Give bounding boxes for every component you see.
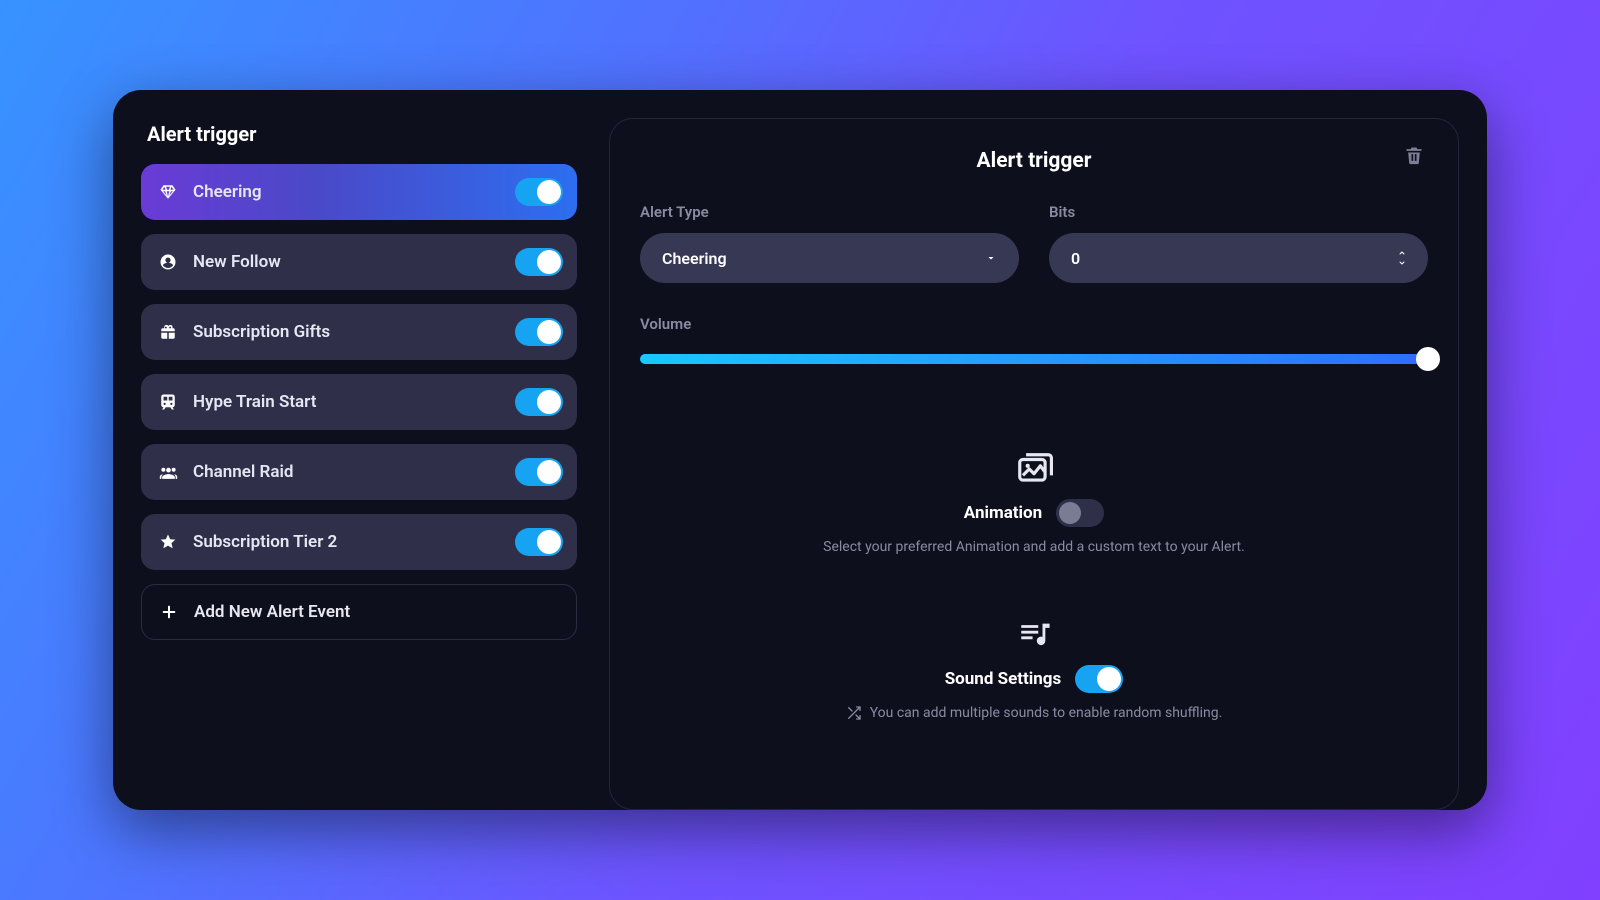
volume-track: [640, 354, 1428, 364]
alert-type-label: Alert Type: [640, 203, 1019, 221]
sidebar-item-label: Cheering: [193, 182, 515, 202]
sidebar-item-subscription-gifts[interactable]: Subscription Gifts: [141, 304, 577, 360]
sidebar-title: Alert trigger: [147, 122, 577, 146]
volume-label: Volume: [640, 315, 1428, 333]
chevron-up-icon: [1396, 249, 1408, 257]
delete-button[interactable]: [1400, 141, 1428, 169]
chevron-down-icon: [985, 252, 997, 264]
sound-description: You can add multiple sounds to enable ra…: [870, 705, 1223, 721]
image-stack-icon: [1014, 449, 1054, 489]
sidebar: Alert trigger Cheering New Follow: [141, 118, 577, 810]
app-window: Alert trigger Cheering New Follow: [113, 90, 1487, 810]
volume-knob[interactable]: [1416, 347, 1440, 371]
animation-description: Select your preferred Animation and add …: [823, 539, 1245, 555]
users-icon: [157, 461, 179, 483]
bits-stepper[interactable]: [1396, 249, 1408, 267]
sidebar-item-label: Hype Train Start: [193, 392, 515, 412]
animation-title-row: Animation: [964, 499, 1104, 527]
sidebar-item-cheering[interactable]: Cheering: [141, 164, 577, 220]
trigger-list: Cheering New Follow Subscription Gifts: [141, 164, 577, 640]
toggle-hype-train[interactable]: [515, 388, 563, 416]
toggle-new-follow[interactable]: [515, 248, 563, 276]
gift-icon: [157, 321, 179, 343]
bits-input[interactable]: 0: [1049, 233, 1428, 283]
toggle-animation[interactable]: [1056, 499, 1104, 527]
sidebar-item-label: New Follow: [193, 252, 515, 272]
user-circle-icon: [157, 251, 179, 273]
main-panel: Alert trigger Alert Type Cheering Bits: [609, 118, 1459, 810]
sidebar-item-hype-train[interactable]: Hype Train Start: [141, 374, 577, 430]
sound-section: Sound Settings You can add multiple soun…: [640, 615, 1428, 721]
form-row: Alert Type Cheering Bits 0: [640, 203, 1428, 283]
toggle-sound[interactable]: [1075, 665, 1123, 693]
main-header: Alert trigger: [640, 141, 1428, 181]
toggle-cheering[interactable]: [515, 178, 563, 206]
bits-field: Bits 0: [1049, 203, 1428, 283]
sidebar-item-subscription-tier-2[interactable]: Subscription Tier 2: [141, 514, 577, 570]
volume-section: Volume: [640, 315, 1428, 371]
diamond-icon: [157, 181, 179, 203]
music-list-icon: [1014, 615, 1054, 655]
chevron-down-icon: [1396, 259, 1408, 267]
alert-type-value: Cheering: [662, 249, 727, 268]
toggle-subscription-tier-2[interactable]: [515, 528, 563, 556]
sound-title: Sound Settings: [945, 669, 1062, 689]
sidebar-item-channel-raid[interactable]: Channel Raid: [141, 444, 577, 500]
sidebar-item-label: Subscription Gifts: [193, 322, 515, 342]
sound-description-row: You can add multiple sounds to enable ra…: [846, 705, 1223, 721]
toggle-channel-raid[interactable]: [515, 458, 563, 486]
alert-type-select[interactable]: Cheering: [640, 233, 1019, 283]
animation-title: Animation: [964, 503, 1042, 523]
animation-section: Animation Select your preferred Animatio…: [640, 449, 1428, 555]
shuffle-icon: [846, 705, 862, 721]
trash-icon: [1404, 145, 1424, 165]
add-alert-event-button[interactable]: Add New Alert Event: [141, 584, 577, 640]
alert-type-field: Alert Type Cheering: [640, 203, 1019, 283]
sidebar-item-new-follow[interactable]: New Follow: [141, 234, 577, 290]
star-icon: [157, 531, 179, 553]
train-icon: [157, 391, 179, 413]
bits-label: Bits: [1049, 203, 1428, 221]
sidebar-item-label: Channel Raid: [193, 462, 515, 482]
page-title: Alert trigger: [977, 149, 1092, 173]
sidebar-item-label: Subscription Tier 2: [193, 532, 515, 552]
sound-title-row: Sound Settings: [945, 665, 1124, 693]
toggle-subscription-gifts[interactable]: [515, 318, 563, 346]
plus-icon: [158, 601, 180, 623]
add-alert-event-label: Add New Alert Event: [194, 602, 350, 622]
bits-value: 0: [1071, 249, 1080, 268]
volume-slider[interactable]: [640, 347, 1428, 371]
